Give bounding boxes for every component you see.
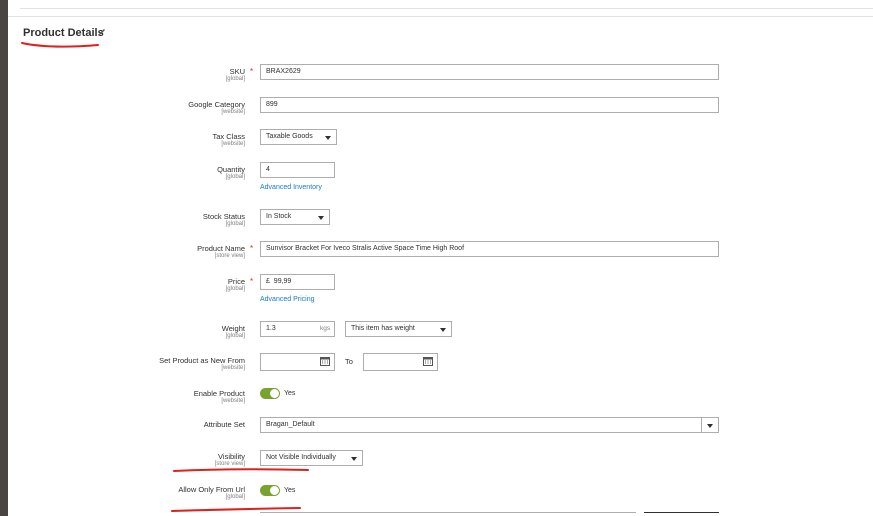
red-annotation-underline (171, 507, 301, 512)
stock-status-value: In Stock (266, 213, 292, 220)
allow-only-from-url-toggle[interactable] (260, 485, 280, 496)
pencil-icon[interactable] (97, 27, 107, 37)
section-divider (8, 16, 873, 17)
admin-sidebar-edge (0, 0, 8, 516)
price-input[interactable]: £ 99,99 (260, 274, 335, 290)
price-value: 99,99 (273, 278, 292, 285)
google-category-input[interactable]: 899 (260, 97, 719, 113)
currency-symbol: £ (266, 278, 270, 285)
new-from-label: Set Product as New From [website] (159, 356, 245, 372)
product-name-label: Product Name [store view] (197, 244, 245, 260)
has-weight-select[interactable]: This item has weight (345, 321, 452, 337)
red-annotation-underline (173, 468, 309, 472)
has-weight-value: This item has weight (351, 325, 415, 332)
red-annotation-underline (21, 42, 99, 48)
calendar-icon[interactable] (423, 356, 433, 366)
next-field-edge (260, 512, 636, 513)
allow-only-from-url-label: Allow Only From Url [global] (178, 485, 245, 501)
stock-status-label: Stock Status [global] (202, 212, 245, 228)
attribute-set-select[interactable]: Bragan_Default (260, 417, 719, 433)
chevron-down-icon (346, 451, 362, 465)
enable-product-toggle[interactable] (260, 388, 280, 399)
attribute-set-label: Attribute Set (203, 420, 245, 429)
sku-label: SKU [global] (225, 67, 245, 83)
weight-label: Weight [global] (221, 324, 245, 340)
weight-unit: kgs (320, 325, 331, 332)
required-marker: * (250, 277, 254, 286)
chevron-down-icon (313, 210, 329, 224)
next-field-button-edge (644, 512, 719, 513)
product-name-input[interactable]: Sunvisor Bracket For Iveco Stralis Activ… (260, 241, 719, 257)
quantity-label: Quantity [global] (217, 165, 245, 181)
tax-class-label: Tax Class [website] (212, 132, 245, 148)
enable-product-state: Yes (284, 390, 296, 397)
advanced-pricing-link[interactable]: Advanced Pricing (260, 296, 314, 303)
attribute-set-value: Bragan_Default (266, 421, 315, 428)
stock-status-select[interactable]: In Stock (260, 209, 330, 225)
calendar-icon[interactable] (320, 356, 330, 366)
visibility-value: Not Visible Individually (266, 454, 336, 461)
tax-class-value: Taxable Goods (266, 133, 313, 140)
allow-only-from-url-state: Yes (284, 487, 296, 494)
advanced-inventory-link[interactable]: Advanced Inventory (260, 184, 322, 191)
price-label: Price [global] (225, 277, 245, 293)
tax-class-select[interactable]: Taxable Goods (260, 129, 337, 145)
chevron-down-icon (320, 130, 336, 144)
quantity-input[interactable]: 4 (260, 162, 335, 178)
chevron-down-icon (701, 418, 718, 432)
sku-input[interactable]: BRAX2629 (260, 64, 719, 80)
chevron-down-icon (435, 322, 451, 336)
required-marker: * (250, 67, 254, 76)
enable-product-label: Enable Product [website] (193, 389, 245, 405)
top-divider (20, 8, 873, 9)
to-label: To (345, 357, 353, 366)
google-category-label: Google Category [website] (188, 100, 245, 116)
visibility-select[interactable]: Not Visible Individually (260, 450, 363, 466)
required-marker: * (250, 244, 254, 253)
